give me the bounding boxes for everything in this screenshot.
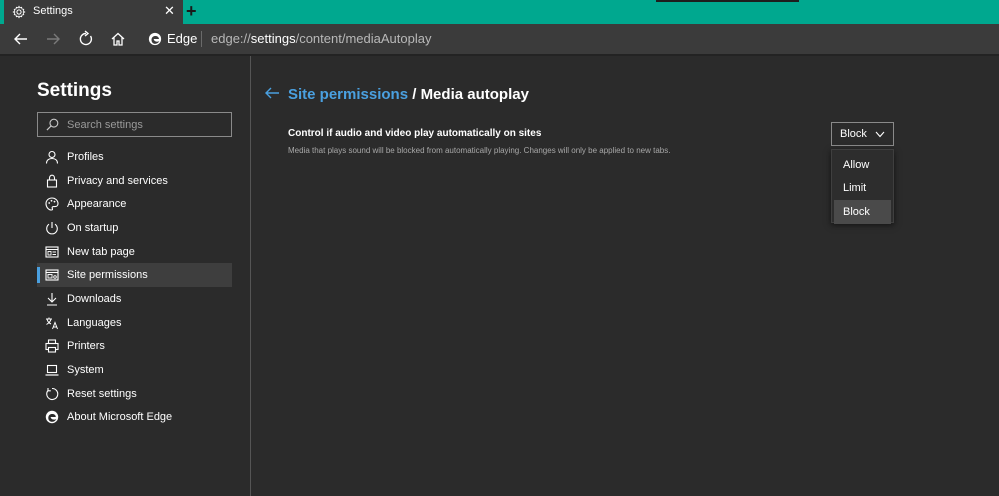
- main-content: Site permissions / Media autoplay Contro…: [252, 56, 999, 496]
- sidebar-item-label: Profiles: [67, 150, 104, 163]
- address-divider: [201, 31, 202, 47]
- tab-strip-divider: [656, 0, 799, 2]
- sidebar-title: Settings: [37, 80, 112, 101]
- back-arrow-icon[interactable]: [12, 30, 30, 48]
- url-path: /content/mediaAutoplay: [295, 31, 432, 46]
- sidebar-item-label: About Microsoft Edge: [67, 411, 173, 424]
- sidebar-item-languages[interactable]: Languages: [37, 311, 232, 335]
- sidebar-item-printers[interactable]: Printers: [37, 335, 232, 359]
- new-tab-icon: [45, 246, 59, 258]
- palette-icon: [45, 197, 59, 211]
- sidebar-item-label: On startup: [67, 221, 119, 234]
- tab-accent: [0, 0, 4, 24]
- chevron-down-icon: [875, 131, 885, 138]
- sidebar-item-label: Site permissions: [67, 269, 148, 282]
- sidebar-item-on-startup[interactable]: On startup: [37, 216, 232, 240]
- site-permissions-icon: [45, 269, 59, 281]
- sidebar-item-label: Appearance: [67, 198, 127, 211]
- sidebar-item-privacy[interactable]: Privacy and services: [37, 169, 232, 193]
- sidebar-item-profiles[interactable]: Profiles: [37, 145, 232, 169]
- download-icon: [47, 292, 57, 306]
- sidebar-item-system[interactable]: System: [37, 358, 232, 382]
- sidebar-item-downloads[interactable]: Downloads: [37, 287, 232, 311]
- person-icon: [45, 150, 59, 164]
- dropdown-value: Block: [840, 128, 867, 140]
- back-arrow-icon[interactable]: [264, 86, 280, 100]
- search-icon: [46, 118, 59, 131]
- breadcrumb-current: Media autoplay: [420, 86, 529, 103]
- sidebar: Settings Profiles Privacy and services A…: [0, 56, 251, 496]
- printer-icon: [45, 339, 59, 353]
- page-title: Site permissions / Media autoplay: [288, 86, 529, 103]
- sidebar-item-label: Reset settings: [67, 387, 137, 400]
- sidebar-item-site-permissions[interactable]: Site permissions: [37, 263, 232, 288]
- url-host: settings: [250, 31, 296, 46]
- tab-strip: Settings ✕ +: [0, 0, 999, 24]
- sidebar-menu: Profiles Privacy and services Appearance…: [37, 145, 232, 429]
- setting-title: Control if audio and video play automati…: [288, 128, 542, 139]
- sidebar-item-label: Privacy and services: [67, 174, 168, 187]
- breadcrumb-separator: /: [408, 86, 421, 103]
- toolbar: Edge edge://settings/content/mediaAutopl…: [0, 24, 999, 54]
- laptop-icon: [45, 364, 59, 376]
- home-icon[interactable]: [109, 30, 127, 48]
- address-brand: Edge: [167, 31, 198, 46]
- languages-icon: [46, 317, 58, 329]
- dropdown-options: Allow Limit Block: [831, 149, 894, 224]
- sidebar-item-new-tab-page[interactable]: New tab page: [37, 240, 232, 264]
- address-url[interactable]: edge://settings/content/mediaAutoplay: [211, 31, 431, 46]
- edge-logo-icon: [45, 411, 59, 424]
- sidebar-item-label: System: [67, 364, 104, 377]
- sidebar-item-appearance[interactable]: Appearance: [37, 192, 232, 216]
- search-box[interactable]: [37, 112, 232, 137]
- forward-arrow-icon[interactable]: [44, 30, 62, 48]
- sidebar-item-reset-settings[interactable]: Reset settings: [37, 382, 232, 406]
- gear-icon: [12, 5, 26, 19]
- setting-description: Media that plays sound will be blocked f…: [288, 146, 671, 155]
- edge-logo-icon: [148, 32, 162, 46]
- tab-settings[interactable]: Settings ✕: [0, 0, 183, 24]
- sidebar-item-about[interactable]: About Microsoft Edge: [37, 406, 232, 430]
- sidebar-item-label: New tab page: [67, 245, 135, 258]
- option-block[interactable]: Block: [834, 200, 891, 224]
- option-allow[interactable]: Allow: [834, 153, 891, 177]
- lock-icon: [46, 174, 58, 188]
- tab-title: Settings: [33, 5, 73, 17]
- power-icon: [46, 221, 58, 235]
- option-limit[interactable]: Limit: [834, 177, 891, 201]
- url-prefix: edge://: [211, 31, 251, 46]
- sidebar-item-label: Languages: [67, 316, 122, 329]
- sidebar-item-label: Downloads: [67, 292, 122, 305]
- sidebar-item-label: Printers: [67, 340, 105, 353]
- autoplay-dropdown[interactable]: Block: [831, 122, 894, 146]
- close-icon[interactable]: ✕: [164, 4, 175, 18]
- new-tab-button[interactable]: +: [186, 1, 197, 21]
- breadcrumb-link[interactable]: Site permissions: [288, 86, 408, 103]
- search-input[interactable]: [67, 116, 227, 133]
- refresh-icon[interactable]: [77, 30, 95, 48]
- reset-icon: [46, 387, 59, 400]
- address-bar[interactable]: Edge edge://settings/content/mediaAutopl…: [140, 28, 999, 50]
